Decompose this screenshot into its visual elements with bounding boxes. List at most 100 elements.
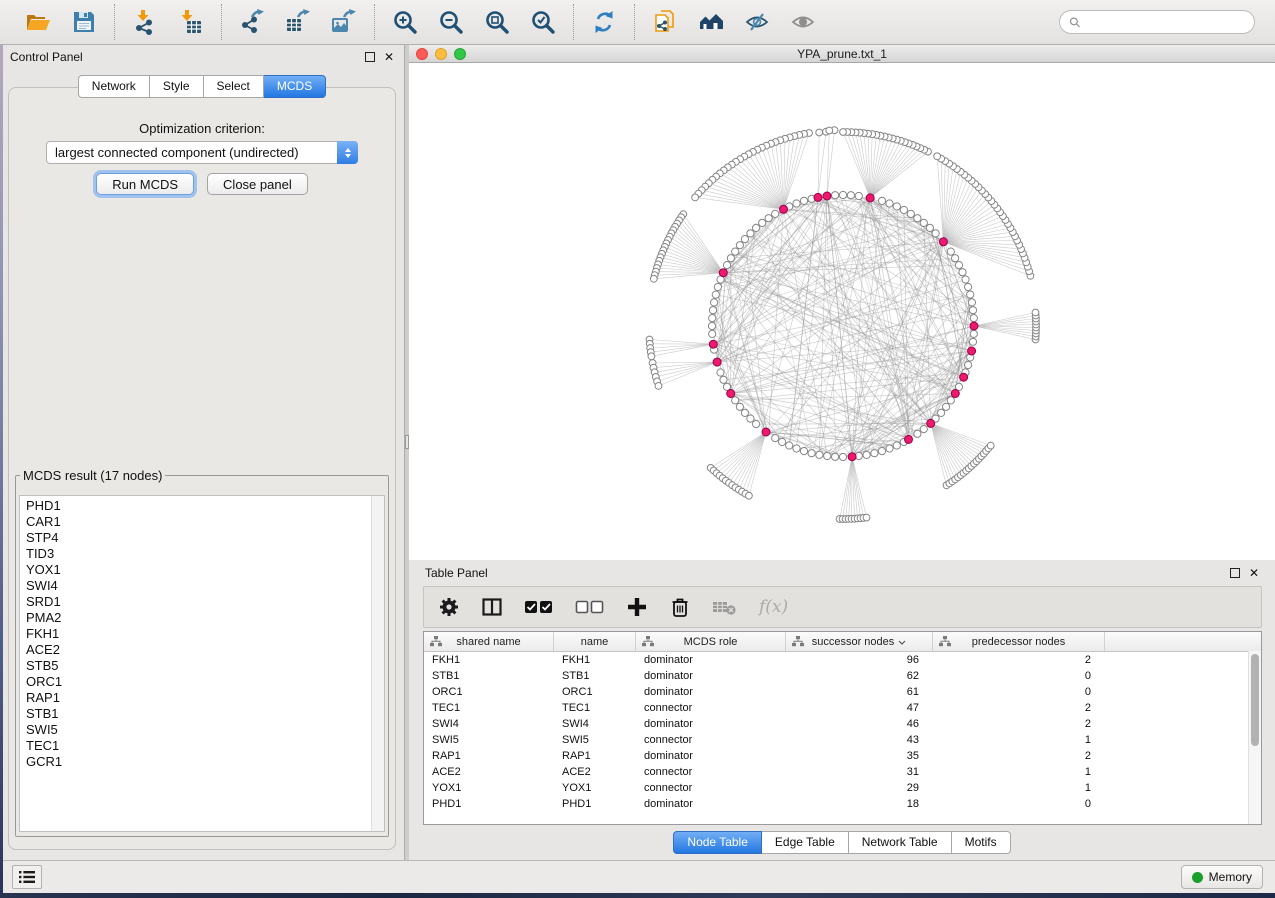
- mcds-result-list[interactable]: PHD1CAR1STP4TID3YOX1SWI4SRD1PMA2FKH1ACE2…: [19, 495, 385, 832]
- table-row[interactable]: SWI4SWI4dominator462: [424, 716, 1261, 732]
- task-history-button[interactable]: [12, 865, 42, 889]
- column-header-successor-nodes[interactable]: successor nodes: [786, 632, 933, 651]
- mcds-result-item[interactable]: TEC1: [26, 738, 384, 754]
- import-network-button[interactable]: [130, 7, 160, 37]
- cell-predecessor-nodes: 1: [933, 780, 1105, 796]
- table-row[interactable]: TEC1TEC1connector472: [424, 700, 1261, 716]
- add-column-button[interactable]: [626, 596, 648, 618]
- network-home-icon: [698, 9, 724, 35]
- tab-edge-table[interactable]: Edge Table: [762, 831, 849, 854]
- zoom-in-button[interactable]: [390, 7, 420, 37]
- column-header-shared-name[interactable]: shared name: [424, 632, 554, 651]
- zoom-selected-button[interactable]: [528, 7, 558, 37]
- split-view-button[interactable]: [481, 596, 503, 618]
- refresh-layout-button[interactable]: [589, 7, 619, 37]
- cell-successor-nodes: 96: [786, 652, 933, 668]
- scrollbar-thumb[interactable]: [1251, 654, 1259, 746]
- column-header-name[interactable]: name: [554, 632, 636, 651]
- settings-button[interactable]: [438, 596, 460, 618]
- cell-name: ACE2: [554, 764, 636, 780]
- table-row[interactable]: ACE2ACE2connector311: [424, 764, 1261, 780]
- mcds-result-item[interactable]: SRD1: [26, 594, 384, 610]
- table-row[interactable]: RAP1RAP1dominator352: [424, 748, 1261, 764]
- mcds-result-item[interactable]: ACE2: [26, 642, 384, 658]
- cell-successor-nodes: 31: [786, 764, 933, 780]
- network-canvas[interactable]: [409, 63, 1275, 560]
- run-mcds-button[interactable]: Run MCDS: [96, 173, 194, 195]
- table-panel: Table Panel ✕ f(x) shared namenameMCDS r…: [409, 560, 1275, 861]
- tab-network-table[interactable]: Network Table: [849, 831, 952, 854]
- mcds-result-item[interactable]: SWI5: [26, 722, 384, 738]
- network-home-button[interactable]: [696, 7, 726, 37]
- close-panel-button[interactable]: Close panel: [207, 173, 308, 195]
- network-graph[interactable]: [409, 63, 1273, 559]
- desktop-wallpaper-bottom: [0, 893, 1275, 898]
- split-view-icon: [481, 596, 503, 618]
- tab-node-table[interactable]: Node Table: [673, 831, 762, 854]
- float-table-panel-icon[interactable]: [1230, 568, 1240, 578]
- mcds-result-item[interactable]: STB5: [26, 658, 384, 674]
- cell-name: YOX1: [554, 780, 636, 796]
- mcds-result-item[interactable]: GCR1: [26, 754, 384, 770]
- import-table-button[interactable]: [176, 7, 206, 37]
- cell-predecessor-nodes: 2: [933, 748, 1105, 764]
- show-details-button[interactable]: [788, 7, 818, 37]
- float-panel-icon[interactable]: [365, 52, 375, 62]
- zoom-selected-icon: [530, 9, 556, 35]
- mcds-result-item[interactable]: STP4: [26, 530, 384, 546]
- tab-mcds[interactable]: MCDS: [264, 75, 326, 98]
- hide-details-button[interactable]: [742, 7, 772, 37]
- open-file-button[interactable]: [23, 7, 53, 37]
- cell-predecessor-nodes: 0: [933, 796, 1105, 812]
- cell-name: TEC1: [554, 700, 636, 716]
- search-box[interactable]: [1059, 10, 1255, 34]
- mcds-result-item[interactable]: SWI4: [26, 578, 384, 594]
- tab-style[interactable]: Style: [150, 75, 204, 98]
- export-table-button[interactable]: [283, 7, 313, 37]
- column-header-predecessor-nodes[interactable]: predecessor nodes: [933, 632, 1105, 651]
- mcds-result-item[interactable]: PMA2: [26, 610, 384, 626]
- zoom-fit-button[interactable]: [482, 7, 512, 37]
- select-all-button[interactable]: [524, 598, 554, 616]
- mcds-result-item[interactable]: CAR1: [26, 514, 384, 530]
- deselect-all-button[interactable]: [575, 598, 605, 616]
- table-row[interactable]: PHD1PHD1dominator180: [424, 796, 1261, 812]
- export-network-button[interactable]: [237, 7, 267, 37]
- mcds-result-item[interactable]: TID3: [26, 546, 384, 562]
- memory-button[interactable]: Memory: [1181, 865, 1263, 889]
- table-body: FKH1FKH1dominator962STB1STB1dominator620…: [424, 652, 1261, 812]
- table-row[interactable]: SWI5SWI5connector431: [424, 732, 1261, 748]
- search-input[interactable]: [1086, 14, 1245, 30]
- tab-motifs[interactable]: Motifs: [952, 831, 1011, 854]
- tab-select[interactable]: Select: [204, 75, 264, 98]
- column-header-filler: [1105, 632, 1261, 651]
- zoom-out-button[interactable]: [436, 7, 466, 37]
- table-row[interactable]: STB1STB1dominator620: [424, 668, 1261, 684]
- cell-shared-name: TEC1: [424, 700, 554, 716]
- criterion-select[interactable]: largest connected component (undirected): [46, 141, 358, 164]
- export-image-button[interactable]: [329, 7, 359, 37]
- mcds-result-item[interactable]: FKH1: [26, 626, 384, 642]
- table-scrollbar[interactable]: [1248, 651, 1261, 824]
- save-session-button[interactable]: [69, 7, 99, 37]
- cell-successor-nodes: 43: [786, 732, 933, 748]
- close-panel-icon[interactable]: ✕: [384, 51, 394, 63]
- copy-network-button[interactable]: [650, 7, 680, 37]
- mcds-result-item[interactable]: YOX1: [26, 562, 384, 578]
- table-row[interactable]: FKH1FKH1dominator962: [424, 652, 1261, 668]
- column-header-mcds-role[interactable]: MCDS role: [636, 632, 786, 651]
- table-row[interactable]: YOX1YOX1connector291: [424, 780, 1261, 796]
- cell-shared-name: FKH1: [424, 652, 554, 668]
- export-table-icon: [285, 9, 311, 35]
- cell-shared-name: ACE2: [424, 764, 554, 780]
- mcds-result-item[interactable]: STB1: [26, 706, 384, 722]
- mcds-result-item[interactable]: ORC1: [26, 674, 384, 690]
- mcds-result-item[interactable]: RAP1: [26, 690, 384, 706]
- copy-network-icon: [652, 9, 678, 35]
- add-column-icon: [626, 596, 648, 618]
- delete-selected-button[interactable]: [669, 596, 691, 618]
- close-table-panel-icon[interactable]: ✕: [1249, 567, 1259, 579]
- mcds-result-item[interactable]: PHD1: [26, 498, 384, 514]
- table-row[interactable]: ORC1ORC1dominator610: [424, 684, 1261, 700]
- tab-network[interactable]: Network: [78, 75, 150, 98]
